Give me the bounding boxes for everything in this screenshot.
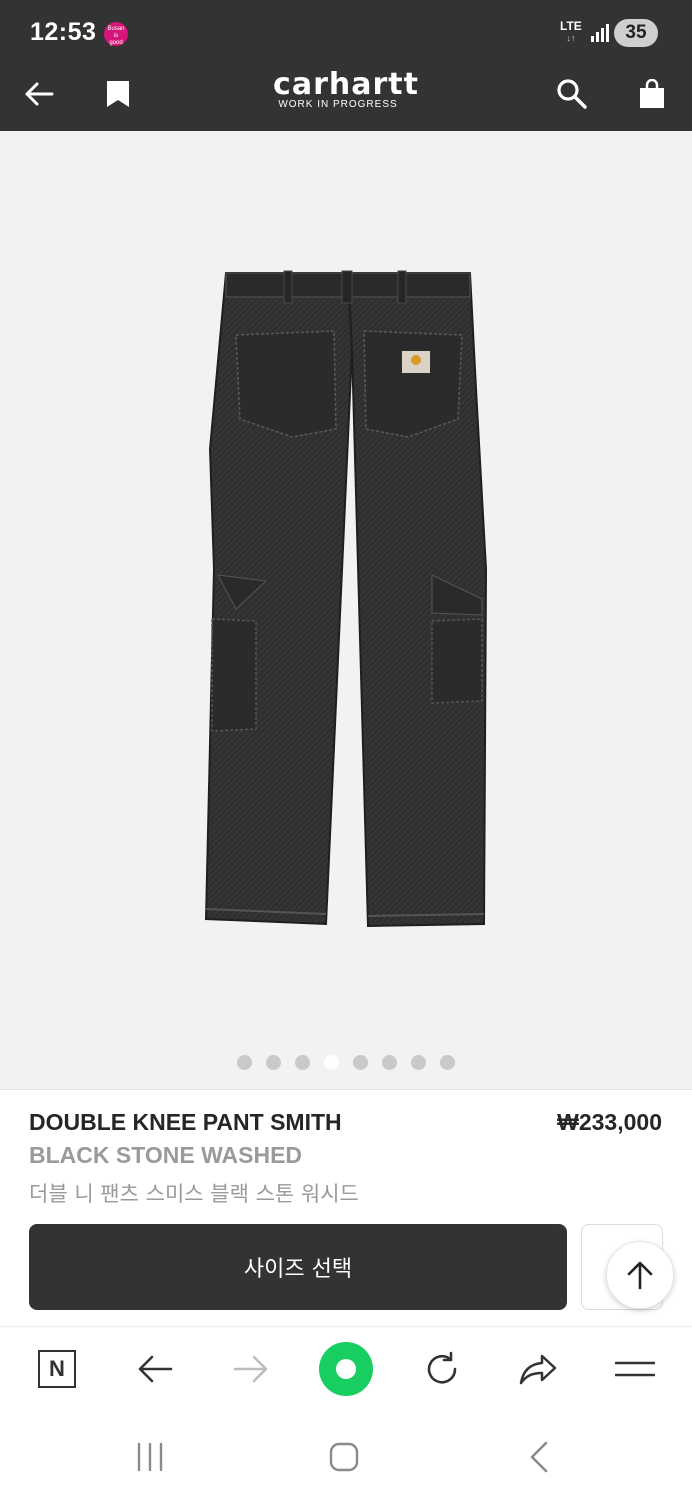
busan-badge-icon: Busan is good [104, 22, 128, 46]
pagination-dot[interactable] [411, 1055, 426, 1070]
browser-toolbar: N [0, 1326, 692, 1412]
scroll-to-top-button[interactable] [606, 1241, 674, 1309]
shopping-bag-button[interactable] [630, 72, 674, 116]
forward-arrow-icon [233, 1355, 268, 1383]
status-time: 12:53 [30, 18, 97, 46]
product-image-pants [204, 270, 488, 928]
home-button[interactable] [318, 1341, 374, 1397]
recent-apps-icon [137, 1442, 163, 1472]
refresh-button[interactable] [414, 1341, 470, 1397]
network-indicator: LTE ↓↑ [560, 19, 582, 43]
back-arrow-icon [25, 82, 54, 106]
home-nav-button[interactable] [319, 1432, 369, 1482]
back-button[interactable] [17, 72, 61, 116]
battery-indicator: 35 [614, 19, 658, 47]
system-navigation-bar [0, 1412, 692, 1500]
recent-apps-button[interactable] [125, 1432, 175, 1482]
share-button[interactable] [510, 1341, 566, 1397]
menu-icon [615, 1361, 655, 1377]
status-bar: 12:53 Busan is good LTE ↓↑ 35 [0, 0, 692, 62]
home-square-icon [329, 1442, 359, 1472]
share-icon [519, 1354, 557, 1385]
back-nav-button[interactable] [514, 1432, 564, 1482]
green-home-icon [319, 1342, 373, 1396]
gallery-pagination [0, 1055, 692, 1070]
app-header: carhartt WORK IN PROGRESS [0, 62, 692, 131]
search-icon [557, 79, 587, 109]
browser-back-button[interactable] [127, 1341, 183, 1397]
menu-button[interactable] [607, 1341, 663, 1397]
product-image-gallery[interactable] [0, 131, 692, 1089]
back-arrow-icon [138, 1355, 173, 1383]
signal-icon [591, 24, 609, 42]
pagination-dot[interactable] [440, 1055, 455, 1070]
brand-logo[interactable]: carhartt WORK IN PROGRESS [246, 68, 446, 110]
pagination-dot[interactable] [353, 1055, 368, 1070]
product-color: BLACK STONE WASHED [29, 1142, 303, 1168]
arrow-up-icon [627, 1261, 653, 1290]
naver-n-icon: N [38, 1350, 76, 1388]
pagination-dot[interactable] [237, 1055, 252, 1070]
shopping-bag-icon [640, 79, 664, 108]
chevron-left-icon [530, 1441, 548, 1473]
browser-forward-button[interactable] [223, 1341, 279, 1397]
naver-button[interactable]: N [29, 1341, 85, 1397]
product-name: DOUBLE KNEE PANT SMITH [29, 1109, 342, 1135]
pagination-dot[interactable] [266, 1055, 281, 1070]
pagination-dot[interactable] [382, 1055, 397, 1070]
product-name-korean: 더블 니 팬츠 스미스 블랙 스톤 워시드 [29, 1182, 359, 1206]
refresh-icon [427, 1351, 457, 1384]
pagination-dot[interactable] [295, 1055, 310, 1070]
pagination-dot-active[interactable] [324, 1055, 339, 1070]
bookmark-icon [107, 81, 129, 107]
search-button[interactable] [550, 72, 594, 116]
product-price: ₩233,000 [557, 1109, 662, 1135]
bookmark-button[interactable] [96, 72, 140, 116]
size-select-button[interactable]: 사이즈 선택 [29, 1224, 567, 1310]
product-info-panel: DOUBLE KNEE PANT SMITH ₩233,000 BLACK ST… [0, 1089, 692, 1326]
product-page: 12:53 Busan is good LTE ↓↑ 35 carhartt WORK… [0, 0, 692, 1500]
brand-wordmark: carhartt [273, 67, 419, 102]
